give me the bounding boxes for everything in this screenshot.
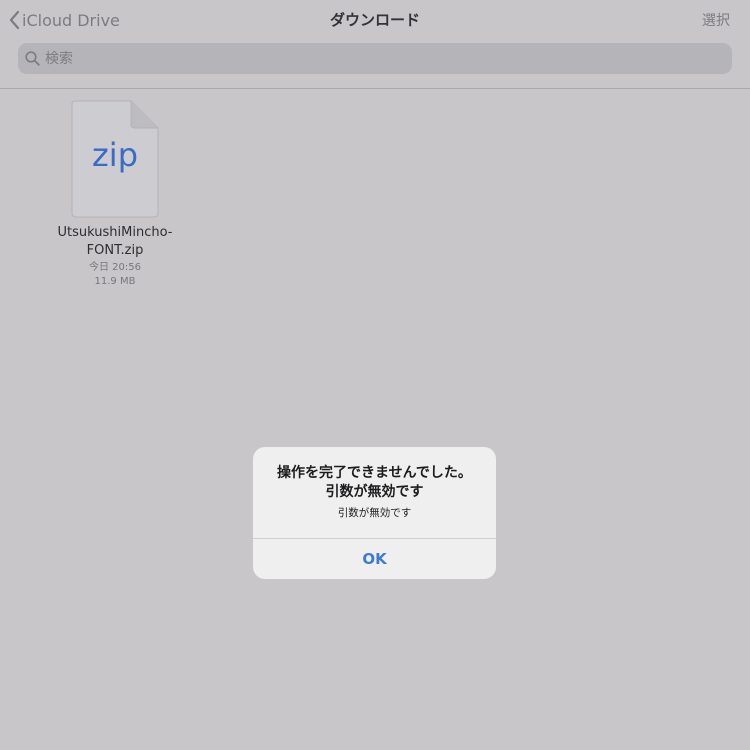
file-name-line-1: UtsukushiMincho-	[57, 225, 173, 240]
file-name: UtsukushiMincho- FONT.zip	[42, 224, 188, 260]
ok-button[interactable]: OK	[253, 539, 496, 579]
file-item[interactable]: zip UtsukushiMincho- FONT.zip 今日 20:56 1…	[42, 100, 188, 288]
navigation-bar: iCloud Drive ダウンロード 選択	[0, 0, 750, 40]
select-button[interactable]: 選択	[702, 10, 730, 30]
file-size: 11.9 MB	[94, 276, 136, 287]
alert-dialog: 操作を完了できませんでした。 引数が無効です 引数が無効です OK	[253, 447, 496, 579]
file-date: 今日 20:56	[89, 262, 141, 273]
alert-message: 引数が無効です	[337, 507, 412, 519]
page-title: ダウンロード	[329, 11, 420, 29]
search-icon	[25, 51, 40, 66]
alert-title: 操作を完了できませんでした。 引数が無効です	[253, 464, 496, 502]
zip-document-icon: zip	[71, 100, 159, 218]
header-divider	[0, 88, 750, 89]
alert-title-line-1: 操作を完了できませんでした。	[277, 465, 472, 481]
file-name-line-2: FONT.zip	[86, 243, 144, 258]
file-type-label: zip	[92, 136, 138, 174]
search-bar[interactable]	[18, 43, 732, 74]
alert-title-line-2: 引数が無効です	[325, 484, 424, 500]
search-input[interactable]	[45, 44, 685, 73]
